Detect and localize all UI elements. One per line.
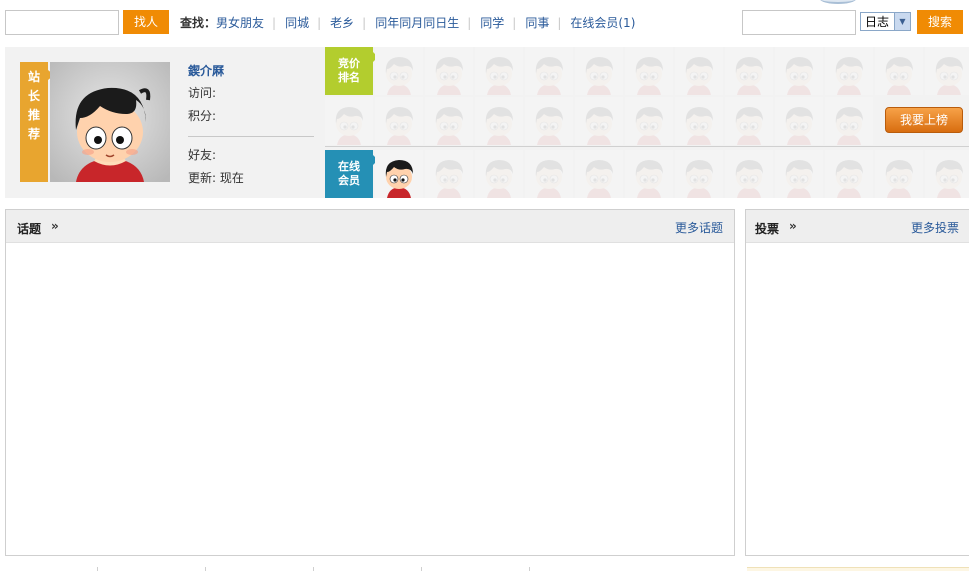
recommend-tag: 站长推荐 (20, 62, 54, 182)
footer-divider (529, 567, 530, 571)
more-polls-link[interactable]: 更多投票 (911, 219, 959, 236)
ranking-slot[interactable] (325, 97, 373, 145)
friends-label: 好友: (188, 148, 217, 162)
join-ranking-button[interactable]: 我要上榜 (885, 107, 963, 133)
double-chevron-right-icon: » (51, 219, 59, 233)
online-slot[interactable] (525, 150, 573, 198)
online-member-avatar[interactable] (375, 150, 423, 198)
online-members-tag: 在线 会员 (325, 150, 378, 198)
chevron-down-icon[interactable]: ▼ (894, 13, 910, 30)
ranking-slot[interactable] (825, 47, 873, 95)
find-link[interactable]: 同事 (525, 14, 549, 31)
link-separator: | (467, 15, 472, 30)
link-separator: | (512, 15, 517, 30)
find-people-button[interactable]: 找人 (123, 10, 169, 34)
ranking-slot[interactable] (825, 97, 873, 145)
online-slot[interactable] (725, 150, 773, 198)
points-label: 积分: (188, 109, 217, 123)
footer-divider (97, 567, 98, 571)
ranking-slot[interactable] (375, 47, 423, 95)
ranking-slot[interactable] (575, 97, 623, 145)
ranking-slot[interactable] (875, 47, 923, 95)
topics-panel: 话题 » 更多话题 (5, 209, 735, 556)
ranking-slot[interactable] (725, 97, 773, 145)
search-type-value: 日志 (865, 15, 890, 29)
link-separator: | (557, 15, 562, 30)
footer-divider (421, 567, 422, 571)
online-slot[interactable] (875, 150, 923, 198)
polls-panel-header: 投票 » 更多投票 (746, 210, 969, 243)
visits-label: 访问: (188, 86, 217, 100)
online-slot[interactable] (575, 150, 623, 198)
find-link[interactable]: 在线会员(1) (570, 14, 635, 31)
people-search-input[interactable] (5, 10, 119, 35)
featured-avatar[interactable] (50, 62, 170, 182)
footer-divider (313, 567, 314, 571)
find-label: 查找： (180, 16, 217, 30)
ranking-slot[interactable] (425, 97, 473, 145)
search-button[interactable]: 搜索 (917, 10, 963, 34)
ranking-slot[interactable] (925, 47, 969, 95)
link-separator: | (317, 15, 322, 30)
ranking-slot[interactable] (525, 47, 573, 95)
online-slot[interactable] (675, 150, 723, 198)
profile-info: 鍥介厤 访问: 积分: 好友: 更新: 现在 (188, 62, 314, 192)
ranking-divider (325, 146, 969, 147)
updated-label: 更新: 现在 (188, 171, 244, 185)
ranking-slot[interactable] (475, 47, 523, 95)
tag-text: 在线 会员 (338, 160, 360, 187)
find-link[interactable]: 同学 (480, 14, 504, 31)
ranking-slot[interactable] (425, 47, 473, 95)
profile-divider (188, 136, 314, 137)
site-search-input[interactable] (742, 10, 856, 35)
online-slot[interactable] (625, 150, 673, 198)
ranking-slot[interactable] (475, 97, 523, 145)
ranking-area: 竞价 排名 在线 会员 我要上榜 (325, 47, 969, 198)
ranking-slot[interactable] (775, 47, 823, 95)
top-bar: 找人 查找： 男女朋友 | 同城 | 老乡 | 同年同月同日生 | 同学 | 同事 | 在线会员(1) … (0, 0, 969, 42)
ranking-slot[interactable] (675, 97, 723, 145)
online-slot[interactable] (775, 150, 823, 198)
avatar-cartoon-icon (50, 62, 170, 182)
double-chevron-right-icon: » (789, 219, 797, 233)
find-links: 男女朋友 | 同城 | 老乡 | 同年同月同日生 | 同学 | 同事 | 在线会员(1) (216, 14, 635, 31)
find-link[interactable]: 男女朋友 (216, 14, 264, 31)
ranking-slot[interactable] (625, 47, 673, 95)
link-separator: | (362, 15, 367, 30)
find-link[interactable]: 老乡 (330, 14, 354, 31)
search-type-select[interactable]: 日志 ▼ (860, 12, 911, 31)
member-name-link[interactable]: 鍥介厤 (188, 62, 314, 84)
ranking-slot[interactable] (575, 47, 623, 95)
footer-divider (205, 567, 206, 571)
ranking-slot[interactable] (525, 97, 573, 145)
online-slot[interactable] (825, 150, 873, 198)
find-link[interactable]: 同年同月同日生 (375, 14, 459, 31)
online-slot[interactable] (475, 150, 523, 198)
topics-title: 话题 (17, 222, 42, 236)
link-separator: | (272, 15, 277, 30)
ranking-slot[interactable] (375, 97, 423, 145)
topics-panel-header: 话题 » 更多话题 (6, 210, 734, 243)
ranking-slot[interactable] (725, 47, 773, 95)
top-decoration (820, 0, 856, 4)
online-slot[interactable] (425, 150, 473, 198)
ranking-slot[interactable] (775, 97, 823, 145)
more-topics-link[interactable]: 更多话题 (675, 219, 723, 236)
bid-rank-tag: 竞价 排名 (325, 47, 378, 95)
polls-title: 投票 (755, 222, 780, 236)
polls-panel: 投票 » 更多投票 (745, 209, 969, 556)
ranking-slot[interactable] (625, 97, 673, 145)
footer-notice-strip (747, 567, 969, 571)
tag-text: 竞价 排名 (338, 57, 360, 84)
featured-member-block: 站长推荐 鍥介厤 访问: 积分: 好友: 更新: 现在 竞价 排名 在线 会员 … (5, 47, 969, 198)
tag-text: 站长推荐 (27, 70, 40, 141)
ranking-slot[interactable] (675, 47, 723, 95)
find-link[interactable]: 同城 (285, 14, 309, 31)
online-slot[interactable] (925, 150, 969, 198)
